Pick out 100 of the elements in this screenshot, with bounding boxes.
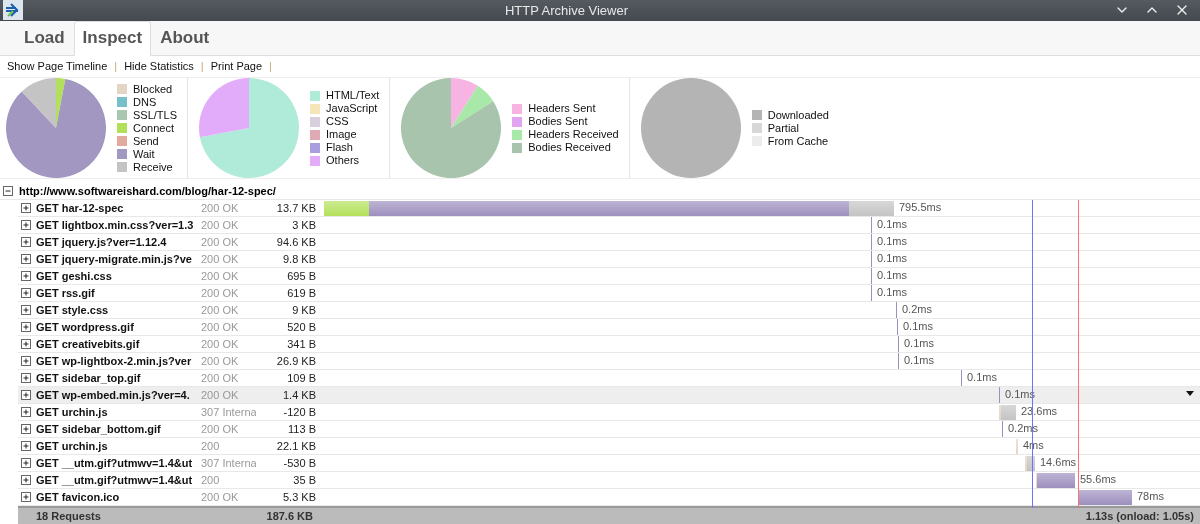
expand-icon[interactable] — [21, 305, 31, 315]
request-name: GET jquery-migrate.min.js?ve — [36, 253, 193, 265]
duration-text: 0.2ms — [902, 303, 932, 315]
legend-label: Headers Received — [528, 128, 619, 141]
status-text: 200 OK — [201, 236, 240, 248]
page-url: http://www.softwareishard.com/blog/har-12-spec/ — [19, 185, 276, 197]
duration-text: 0.1ms — [877, 286, 907, 298]
size-text: 113 B — [287, 423, 317, 435]
request-row[interactable]: GET rss.gif 200 OK 619 B 0.1ms — [18, 285, 1200, 302]
request-row[interactable]: GET favicon.ico 200 OK 5.3 KB 78ms — [18, 489, 1200, 506]
size-text: 109 B — [286, 372, 317, 384]
legend-label: Headers Sent — [528, 102, 596, 115]
status-text: 200 OK — [201, 304, 240, 316]
separator-text: | — [269, 60, 272, 73]
expand-icon[interactable] — [21, 288, 31, 298]
status-text: 200 OK — [201, 219, 240, 231]
total-size: 187.6 KB — [265, 510, 314, 522]
duration-text: 14.6ms — [1040, 456, 1077, 468]
request-name: GET har-12-spec — [36, 202, 125, 214]
expand-icon[interactable] — [21, 441, 31, 451]
toolbar-link[interactable]: Hide Statistics — [124, 60, 194, 73]
legend-label: From Cache — [767, 134, 829, 148]
expand-icon[interactable] — [21, 254, 31, 264]
legend-label: Bodies Received — [528, 141, 611, 154]
duration-text: 0.1ms — [877, 235, 907, 247]
legend-label: HTML/Text — [326, 89, 380, 102]
expand-icon[interactable] — [21, 356, 31, 366]
legend-label: CSS — [326, 115, 349, 128]
legend-label: Wait — [133, 147, 155, 161]
legend-label: Receive — [133, 160, 173, 174]
request-row[interactable]: GET har-12-spec 200 OK 13.7 KB 795.5ms — [18, 200, 1200, 217]
status-text: 200 — [201, 440, 221, 452]
size-text: 5.3 KB — [281, 491, 317, 503]
dropdown-caret-icon[interactable] — [1186, 391, 1194, 396]
duration-text: 0.1ms — [967, 371, 997, 383]
request-name: GET urchin.js — [36, 440, 109, 452]
expand-icon[interactable] — [21, 407, 31, 417]
expand-icon[interactable] — [21, 220, 31, 230]
expand-icon[interactable] — [21, 339, 31, 349]
size-text: -120 B — [282, 406, 317, 418]
request-row[interactable]: GET style.css 200 OK 9 KB 0.2ms — [18, 302, 1200, 319]
tab[interactable]: About — [151, 20, 219, 56]
expand-icon[interactable] — [21, 271, 31, 281]
status-text: 200 OK — [201, 270, 240, 282]
total-timing: 1.13s (onload: 1.05s) — [1084, 510, 1195, 522]
size-text: 22.1 KB — [275, 440, 317, 452]
request-row[interactable]: GET jquery.js?ver=1.12.4 200 OK 94.6 KB 0.1ms — [18, 234, 1200, 251]
expand-icon[interactable] — [21, 373, 31, 383]
size-text: 35 B — [292, 474, 317, 486]
status-text: 200 OK — [201, 389, 240, 401]
expand-icon[interactable] — [21, 492, 31, 502]
legend-label: Connect — [133, 121, 174, 135]
duration-text: 0.1ms — [877, 252, 907, 264]
size-text: 9 KB — [291, 304, 317, 316]
legend-label: Flash — [326, 141, 353, 154]
app-logo-icon — [3, 0, 23, 21]
toolbar-link[interactable]: Print Page — [210, 60, 263, 73]
tab[interactable]: Load — [15, 20, 74, 56]
status-text: 200 OK — [201, 287, 240, 299]
legend-label: DNS — [133, 95, 157, 109]
request-row[interactable]: GET geshi.css 200 OK 695 B 0.1ms — [18, 268, 1200, 285]
request-name: GET __utm.gif?utmwv=1.4&ut — [36, 457, 194, 469]
request-row[interactable]: GET sidebar_top.gif 200 OK 109 B 0.1ms — [18, 370, 1200, 387]
size-text: -530 B — [282, 457, 317, 469]
request-row[interactable]: GET wp-lightbox-2.min.js?ver 200 OK 26.9 KB 0.1ms — [18, 353, 1200, 370]
request-row[interactable]: GET jquery-migrate.min.js?ve 200 OK 9.8 KB 0.1ms — [18, 251, 1200, 268]
size-text: 3 KB — [291, 219, 317, 231]
size-text: 341 B — [286, 338, 317, 350]
expand-icon[interactable] — [21, 458, 31, 468]
status-text: 200 OK — [201, 355, 240, 367]
window-title: HTTP Archive Viewer — [503, 2, 630, 18]
expand-icon[interactable] — [21, 390, 31, 400]
request-name: GET creativebits.gif — [36, 338, 141, 350]
legend-label: Blocked — [133, 82, 173, 96]
request-row[interactable]: GET __utm.gif?utmwv=1.4&ut 200 35 B 55.6ms — [18, 472, 1200, 489]
legend-label: Send — [133, 134, 159, 148]
duration-text: 55.6ms — [1080, 473, 1117, 485]
request-row[interactable]: GET __utm.gif?utmwv=1.4&ut 307 Interna -530 B 14.6ms — [18, 455, 1200, 472]
toolbar-link[interactable]: Show Page Timeline — [7, 60, 108, 73]
request-name: GET favicon.ico — [36, 491, 121, 503]
legend-label: Downloaded — [767, 108, 829, 122]
request-row[interactable]: GET creativebits.gif 200 OK 341 B 0.1ms — [18, 336, 1200, 353]
collapse-icon[interactable] — [3, 186, 13, 196]
expand-icon[interactable] — [21, 424, 31, 434]
request-name: GET geshi.css — [36, 270, 113, 282]
expand-icon[interactable] — [21, 203, 31, 213]
request-name: GET rss.gif — [36, 287, 96, 299]
expand-icon[interactable] — [21, 322, 31, 332]
request-row[interactable]: GET lightbox.min.css?ver=1.3 200 OK 3 KB 0.1ms — [18, 217, 1200, 234]
expand-icon[interactable] — [21, 475, 31, 485]
legend-label: Image — [326, 128, 357, 141]
request-row[interactable]: GET wordpress.gif 200 OK 520 B 0.1ms — [18, 319, 1200, 336]
size-text: 13.7 KB — [275, 202, 317, 214]
tab[interactable]: Inspect — [73, 20, 152, 56]
duration-text: 0.1ms — [904, 354, 934, 366]
request-name: GET wordpress.gif — [36, 321, 135, 333]
status-text: 200 — [201, 474, 221, 486]
status-text: 200 OK — [201, 423, 240, 435]
request-name: GET urchin.js — [36, 406, 109, 418]
expand-icon[interactable] — [21, 237, 31, 247]
